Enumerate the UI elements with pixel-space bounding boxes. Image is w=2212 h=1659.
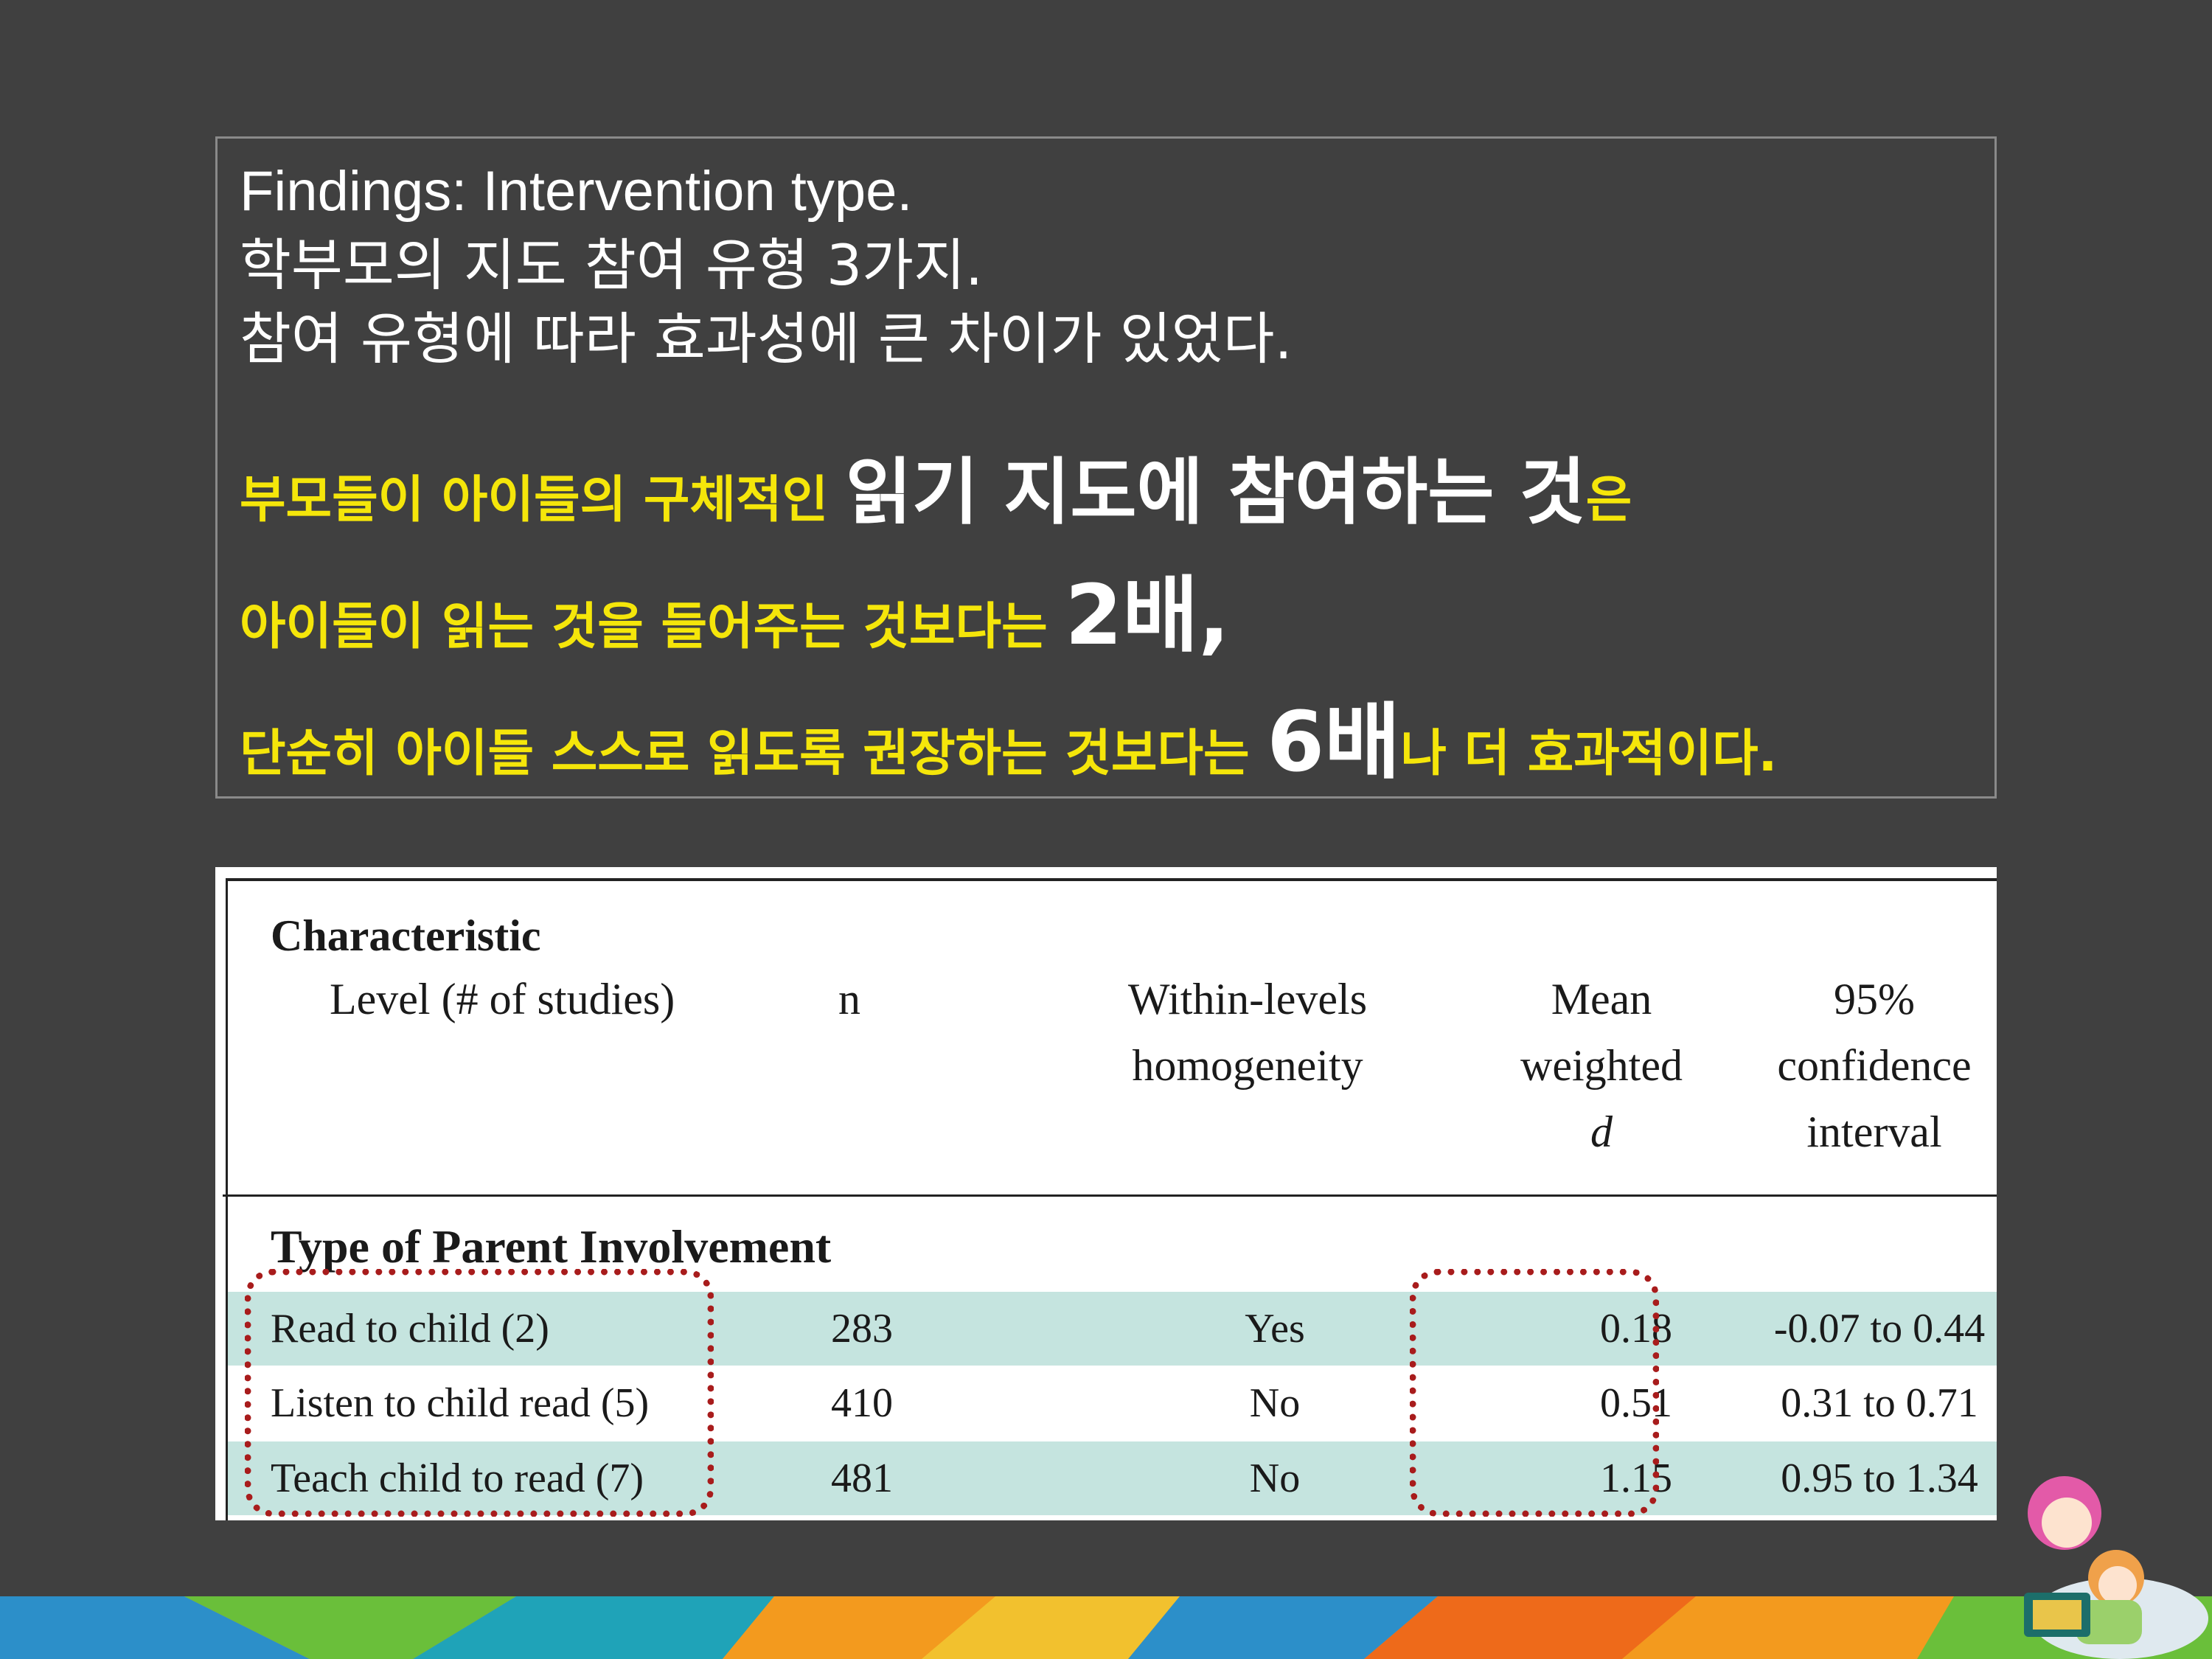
header-homogeneity-1: Within-levels xyxy=(1127,975,1368,1023)
header-mean-1: Mean xyxy=(1551,975,1652,1023)
emphasis-line-3: 단순히 아이들 스스로 읽도록 권장하는 것보다는 6배나 더 효과적이다. xyxy=(240,685,1972,812)
cell-n: 410 xyxy=(831,1380,893,1426)
emphasis-line-3-b: 나 더 효과적이다. xyxy=(1400,725,1778,783)
header-characteristic: Characteristic xyxy=(271,911,541,960)
emphasis-line-2-big: 2배, xyxy=(1065,568,1230,664)
findings-textbox: Findings: Intervention type. 학부모의 지도 참여 … xyxy=(215,136,1997,799)
emphasis-line-1: 부모들이 아이들의 구체적인 읽기 지도에 참여하는 것은 xyxy=(240,435,1972,558)
header-homogeneity-2: homogeneity xyxy=(1132,1041,1363,1090)
cell-homogeneity: No xyxy=(1249,1455,1301,1501)
emphasis-line-1-big: 읽기 지도에 참여하는 것 xyxy=(845,451,1586,535)
header-level: Level (# of studies) xyxy=(330,975,675,1023)
header-n: n xyxy=(838,975,860,1023)
header-mean-2: weighted xyxy=(1520,1041,1683,1090)
parent-child-reading-illustration xyxy=(2024,1476,2208,1659)
cell-n: 283 xyxy=(831,1306,893,1352)
table-header-rule xyxy=(223,1194,1997,1197)
header-mean-3: d xyxy=(1590,1107,1613,1156)
cell-ci: 0.31 to 0.71 xyxy=(1781,1380,1978,1426)
cell-homogeneity: Yes xyxy=(1245,1306,1305,1352)
table-top-rule xyxy=(226,878,1997,881)
header-mean-weighted-d: Mean weighted d xyxy=(1454,966,1749,1165)
decorative-stripe xyxy=(0,1596,2212,1659)
emphasis-line-1-a: 부모들이 아이들의 구체적인 xyxy=(240,471,846,529)
emphasis-line-2: 아이들이 읽는 것을 들어주는 것보다는 2배, xyxy=(240,558,1972,685)
cell-homogeneity: No xyxy=(1249,1380,1301,1426)
emphasis-line-2-a: 아이들이 읽는 것을 들어주는 것보다는 xyxy=(240,598,1065,656)
header-homogeneity: Within-levels homogeneity xyxy=(1048,966,1447,1099)
findings-title: Findings: Intervention type. xyxy=(240,160,913,223)
level-highlight-box xyxy=(245,1269,714,1517)
header-ci-2: confidence xyxy=(1777,1041,1972,1090)
emphasis-line-1-b: 은 xyxy=(1585,471,1632,529)
results-table: Characteristic Level (# of studies) n Wi… xyxy=(215,867,1997,1520)
cell-n: 481 xyxy=(831,1455,893,1501)
emphasis-line-3-a: 단순히 아이들 스스로 읽도록 권장하는 것보다는 xyxy=(240,725,1267,783)
cell-ci: -0.07 to 0.44 xyxy=(1773,1306,1986,1352)
findings-line-3: 참여 유형에 따라 효과성에 큰 차이가 있었다. xyxy=(240,306,1293,372)
emphasis-line-3-big: 6배 xyxy=(1267,695,1401,790)
emphasis-block: 부모들이 아이들의 구체적인 읽기 지도에 참여하는 것은 아이들이 읽는 것을… xyxy=(240,435,1972,812)
header-ci-3: interval xyxy=(1806,1107,1942,1156)
mean-d-highlight-box xyxy=(1410,1269,1659,1517)
header-confidence-interval: 95% confidence interval xyxy=(1749,966,1997,1165)
findings-line-2: 학부모의 지도 참여 유형 3가지. xyxy=(240,232,984,298)
cell-ci: 0.95 to 1.34 xyxy=(1781,1455,1978,1501)
header-ci-1: 95% xyxy=(1834,975,1915,1023)
